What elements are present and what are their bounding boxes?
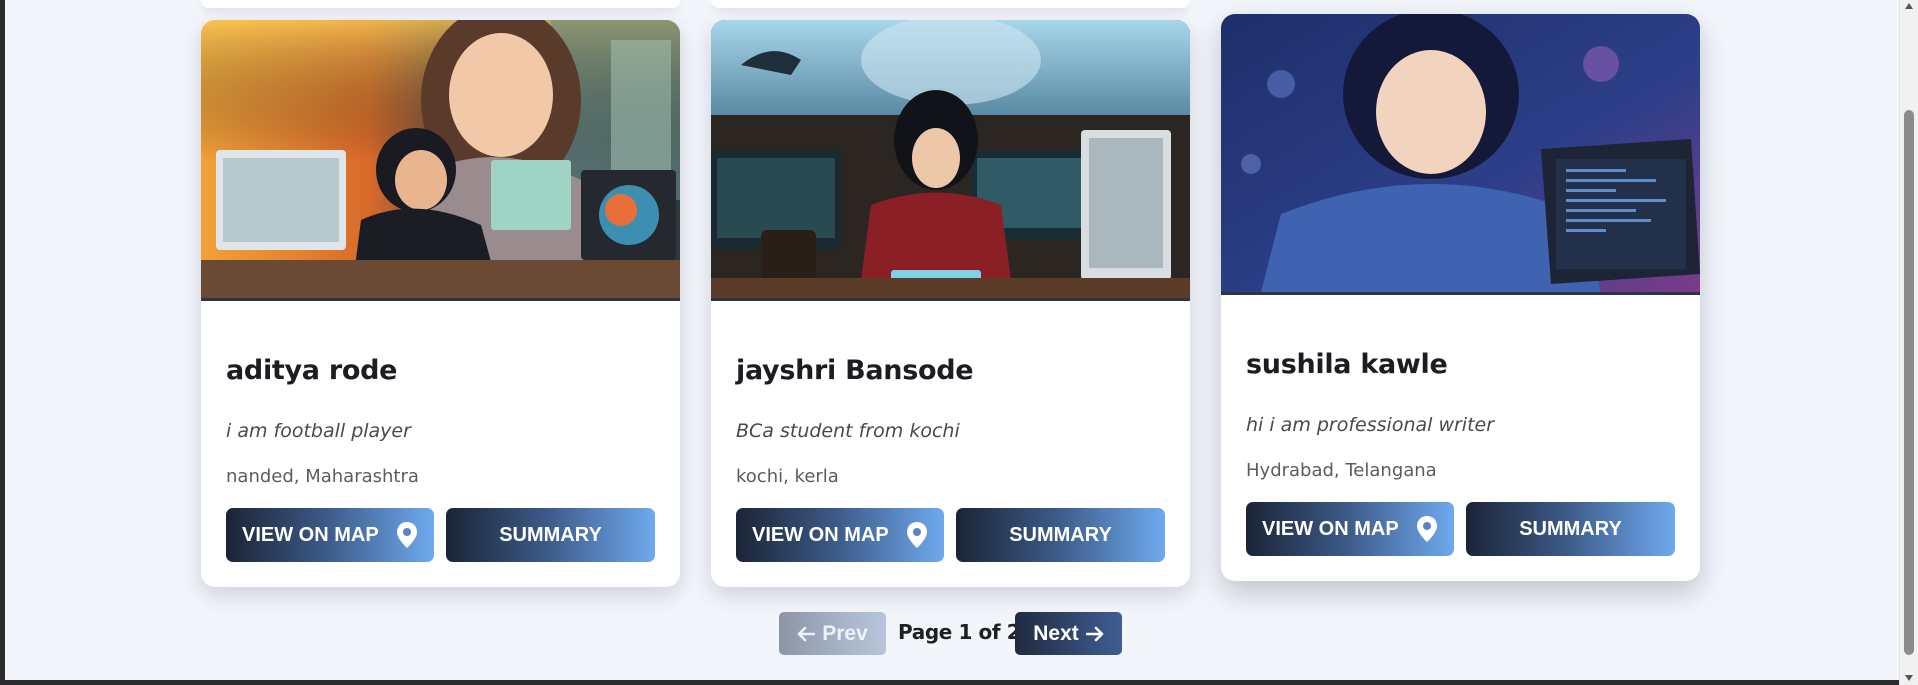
window-frame-bottom (0, 680, 1900, 685)
profile-bio: BCa student from kochi (736, 420, 960, 442)
next-label: Next (1033, 621, 1079, 645)
profile-bio: i am football player (226, 420, 411, 442)
map-pin-icon (907, 522, 927, 548)
profile-location: nanded, Maharashtra (226, 466, 419, 487)
profile-name: jayshri Bansode (736, 355, 974, 386)
map-pin-icon (1417, 516, 1437, 542)
next-button[interactable]: Next (1015, 612, 1122, 655)
profile-image (1221, 14, 1700, 295)
prev-button[interactable]: Prev (779, 612, 886, 655)
view-on-map-button[interactable]: VIEW ON MAP (736, 508, 944, 562)
view-on-map-label: VIEW ON MAP (1262, 517, 1399, 540)
profile-card: jayshri Bansode BCa student from kochi k… (711, 20, 1190, 587)
summary-button[interactable]: SUMMARY (956, 508, 1165, 562)
scrollbar-thumb[interactable] (1904, 110, 1914, 655)
profile-name: sushila kawle (1246, 349, 1448, 380)
scroll-down-arrow-icon[interactable] (1905, 675, 1913, 681)
prev-label: Prev (822, 621, 868, 645)
map-pin-icon (397, 522, 417, 548)
window-frame-left (0, 0, 5, 685)
profile-image (711, 20, 1190, 301)
view-on-map-label: VIEW ON MAP (242, 523, 379, 546)
view-on-map-label: VIEW ON MAP (752, 523, 889, 546)
previous-card-edge (201, 0, 680, 8)
arrow-right-icon (1085, 626, 1104, 641)
profile-card: sushila kawle hi i am professional write… (1221, 14, 1700, 581)
previous-card-edge (711, 0, 1190, 8)
profile-location: Hydrabad, Telangana (1246, 460, 1437, 481)
view-on-map-button[interactable]: VIEW ON MAP (1246, 502, 1454, 556)
view-on-map-button[interactable]: VIEW ON MAP (226, 508, 434, 562)
summary-button[interactable]: SUMMARY (446, 508, 655, 562)
page-indicator: Page 1 of 2 (898, 620, 1021, 644)
vertical-scrollbar[interactable] (1899, 0, 1918, 685)
summary-button[interactable]: SUMMARY (1466, 502, 1675, 556)
profile-name: aditya rode (226, 355, 398, 386)
profile-bio: hi i am professional writer (1246, 414, 1495, 436)
arrow-left-icon (797, 626, 816, 641)
profile-card: aditya rode i am football player nanded,… (201, 20, 680, 587)
profile-image (201, 20, 680, 301)
scroll-up-arrow-icon[interactable] (1905, 3, 1913, 9)
profile-location: kochi, kerla (736, 466, 839, 487)
